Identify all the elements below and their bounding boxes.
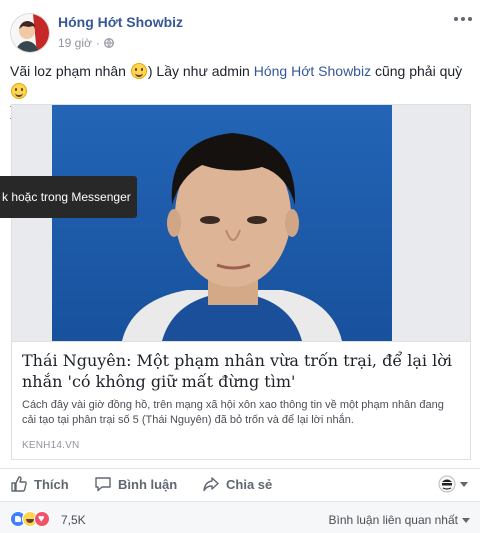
article-title[interactable]: Thái Nguyên: Một phạm nhân vừa trốn trại… (22, 350, 460, 392)
post-header: Hóng Hớt Showbiz 19 giờ · (0, 0, 480, 58)
post-text-part3: cũng phải quỳ (371, 63, 463, 79)
avatar-image (11, 14, 49, 52)
comment-icon (95, 477, 111, 492)
more-options-button[interactable] (454, 14, 472, 24)
comment-label: Bình luận (118, 476, 178, 492)
share-arrow-icon (203, 477, 219, 492)
share-button[interactable]: Chia sẻ (202, 473, 272, 495)
love-reaction-icon (34, 511, 50, 527)
article-description: Cách đây vài giờ đồng hồ, trên mạng xã h… (22, 399, 444, 426)
article-preview[interactable]: Thái Nguyên: Một phạm nhân vừa trốn trại… (12, 341, 470, 459)
chevron-down-icon (462, 517, 470, 523)
smile-emoji-icon (130, 63, 147, 79)
post-as-selector[interactable] (438, 473, 468, 495)
mugshot-photo (12, 105, 470, 341)
post-text-part2: ) Lầy như admin (147, 63, 254, 79)
messenger-tooltip: k hoặc trong Messenger (0, 176, 137, 218)
page-mention-link[interactable]: Hóng Hớt Showbiz (254, 63, 371, 79)
reaction-icons[interactable] (10, 511, 50, 527)
comment-button[interactable]: Bình luận (94, 473, 177, 495)
share-label: Chia sẻ (226, 476, 273, 492)
comment-sort-dropdown[interactable]: Bình luận liên quan nhất (329, 513, 470, 527)
reactions-summary-bar: 7,5K Bình luận liên quan nhất (0, 501, 480, 533)
page-name-link[interactable]: Hóng Hớt Showbiz (58, 14, 183, 30)
article-source: KENH14.VN (22, 440, 80, 451)
post-text-part1: Vãi loz phạm nhân (10, 63, 130, 79)
smile-emoji-icon (11, 83, 27, 99)
page-avatar[interactable] (10, 13, 50, 53)
meta-separator: · (95, 36, 100, 50)
post-action-bar: Thích Bình luận Chia sẻ (0, 468, 480, 496)
like-label: Thích (34, 476, 69, 492)
comment-sort-label: Bình luận liên quan nhất (328, 513, 458, 527)
article-thumbnail[interactable] (12, 105, 470, 341)
page-avatar-small-icon (438, 475, 456, 493)
more-dots-icon (454, 17, 458, 21)
thumbs-up-icon (11, 476, 27, 492)
post-time[interactable]: 19 giờ (58, 36, 92, 50)
chevron-down-icon (460, 481, 468, 487)
globe-icon[interactable] (103, 38, 114, 48)
like-button[interactable]: Thích (10, 473, 69, 495)
post-meta: 19 giờ · (58, 36, 114, 50)
reaction-count[interactable]: 7,5K (61, 513, 86, 527)
shared-link-card[interactable]: Thái Nguyên: Một phạm nhân vừa trốn trại… (11, 104, 471, 460)
